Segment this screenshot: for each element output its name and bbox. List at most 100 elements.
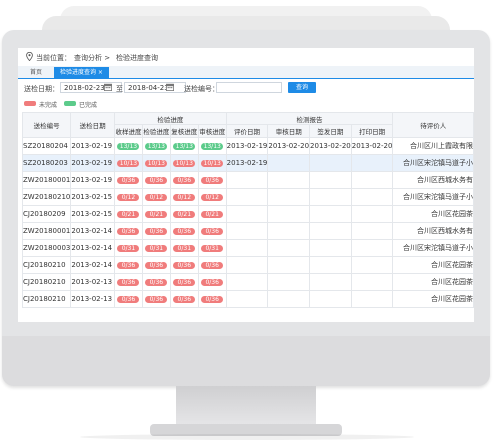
breadcrumb-item-query-analysis[interactable]: 查询分析 > — [74, 53, 110, 63]
table-row[interactable]: SZ20180203 2013-02-19 10/13 10/13 10/13 10/13… — [21, 154, 474, 172]
calendar-icon[interactable] — [166, 83, 174, 91]
cell-progress: 0/36 — [141, 273, 171, 291]
date-filter-label: 送检日期： — [24, 85, 59, 93]
header-code[interactable]: 送检编号 — [21, 112, 72, 138]
cell-progress: 0/36 — [197, 273, 227, 291]
calendar-icon[interactable] — [104, 83, 112, 91]
legend-label-incomplete: 未完成 — [39, 102, 58, 109]
legend-swatch-incomplete — [24, 101, 36, 106]
breadcrumb-item-current: 检验进度查询 — [116, 54, 158, 62]
progress-badge: 0/31 — [117, 245, 140, 252]
to-date-input[interactable]: 2018-04-23 — [124, 82, 186, 93]
cell-date: 2013-02-19 — [70, 154, 115, 172]
tab-bar: 首页 检验进度查询 × — [18, 66, 474, 79]
cell-date: 2013-02-15 — [70, 188, 115, 206]
cell-print-date — [350, 171, 394, 189]
cell-code: CJ20180210 — [21, 273, 72, 291]
table-row[interactable]: CJ20180210 2013-02-13 0/36 0/36 0/36 0/36 合川区花… — [21, 273, 474, 291]
tab-inspection-progress[interactable]: 检验进度查询 × — [54, 67, 109, 78]
cell-date: 2013-02-19 — [70, 171, 115, 189]
inspection-progress-table: 送检编号 送检日期 检验进度 检测报告 待评价人 收样进度 检验进度 复核进度 … — [21, 112, 474, 308]
cell-audit-date: 2013-02-20 — [267, 137, 311, 155]
cell-progress: 0/36 — [113, 222, 143, 240]
table-row[interactable]: CJ20180210 2013-02-13 0/36 0/36 0/36 0/36 合川区花… — [21, 290, 474, 308]
progress-badge: 0/36 — [117, 177, 140, 184]
progress-badge: 0/36 — [117, 296, 140, 303]
legend-label-complete: 已完成 — [79, 102, 98, 109]
cell-progress: 0/21 — [113, 205, 143, 223]
cell-unit: 合川区宋沱镇马道子小 — [392, 154, 474, 172]
cell-progress: 0/12 — [141, 188, 171, 206]
cell-progress: 10/13 — [113, 154, 143, 172]
header-report-group: 检测报告 — [225, 112, 394, 125]
tab-home[interactable]: 首页 — [24, 67, 48, 78]
cell-progress: 0/36 — [113, 290, 143, 308]
cell-progress: 13/13 — [197, 137, 227, 155]
breadcrumb-location-label: 当前位置： — [36, 54, 71, 62]
cell-progress: 0/36 — [169, 273, 199, 291]
cell-progress: 0/36 — [169, 256, 199, 274]
cell-unit: 合川区花园茶 — [392, 205, 474, 223]
cell-audit-date — [267, 205, 311, 223]
header-date[interactable]: 送检日期 — [70, 112, 115, 138]
cell-date: 2013-02-19 — [70, 137, 115, 155]
cell-sign-date — [309, 154, 352, 172]
from-date-input[interactable]: 2018-02-23 — [60, 82, 122, 93]
progress-badge: 0/36 — [173, 279, 196, 286]
progress-badge: 0/36 — [173, 177, 196, 184]
cell-audit-date — [267, 188, 311, 206]
cell-progress: 0/31 — [197, 239, 227, 257]
cell-sign-date: 2013-02-20 — [309, 137, 352, 155]
cell-sign-date — [309, 222, 352, 240]
cell-audit-date — [267, 239, 311, 257]
header-inspect: 检验进度 — [141, 124, 171, 138]
table-row[interactable]: CJ20180209 2013-02-15 0/21 0/21 0/21 0/21 合川区花… — [21, 205, 474, 223]
query-button[interactable]: 查询 — [288, 82, 316, 93]
breadcrumb: 当前位置： 查询分析 > 检验进度查询 — [18, 48, 474, 67]
cell-progress: 0/36 — [141, 171, 171, 189]
cell-unit: 合川区川上霞政有限 — [392, 137, 474, 155]
cell-sign-date — [309, 171, 352, 189]
cell-audit-date — [267, 222, 311, 240]
progress-badge: 0/36 — [201, 262, 224, 269]
cell-progress: 13/13 — [141, 137, 171, 155]
table-row[interactable]: ZW20180001 2013-02-14 0/36 0/36 0/36 0/36 合川区西… — [21, 222, 474, 240]
table-row[interactable]: SZ20180204 2013-02-19 13/13 13/13 13/13 13/13… — [21, 137, 474, 155]
cell-eval-date — [225, 256, 269, 274]
progress-badge: 0/21 — [201, 211, 224, 218]
cell-code: ZW20180001 — [21, 222, 72, 240]
cell-progress: 0/36 — [141, 222, 171, 240]
cell-print-date — [350, 290, 394, 308]
cell-progress: 0/12 — [197, 188, 227, 206]
table-row[interactable]: ZW20180003 2013-02-14 0/31 0/31 0/31 0/31 合川区宋… — [21, 239, 474, 257]
progress-badge: 0/12 — [117, 194, 140, 201]
cell-unit: 合川区花园茶 — [392, 256, 474, 274]
cell-code: ZW20180210 — [21, 188, 72, 206]
cell-eval-date — [225, 222, 269, 240]
cell-progress: 13/13 — [169, 137, 199, 155]
table-row[interactable]: ZW20180001 2013-02-19 0/36 0/36 0/36 0/36 合川区西… — [21, 171, 474, 189]
table-row[interactable]: ZW20180210 2013-02-15 0/12 0/12 0/12 0/12 合川区宋… — [21, 188, 474, 206]
cell-progress: 0/31 — [141, 239, 171, 257]
inspection-number-input[interactable] — [216, 82, 282, 93]
progress-badge: 0/12 — [201, 194, 224, 201]
progress-badge: 0/36 — [117, 279, 140, 286]
cell-eval-date — [225, 273, 269, 291]
cell-sign-date — [309, 256, 352, 274]
cell-eval-date — [225, 171, 269, 189]
progress-badge: 0/31 — [145, 245, 168, 252]
cell-progress: 0/36 — [197, 222, 227, 240]
cell-code: SZ20180204 — [21, 137, 72, 155]
cell-progress: 10/13 — [169, 154, 199, 172]
progress-badge: 10/13 — [173, 160, 196, 167]
cell-code: CJ20180209 — [21, 205, 72, 223]
progress-badge: 0/36 — [145, 228, 168, 235]
cell-eval-date: 2013-02-19 — [225, 154, 269, 172]
cell-progress: 10/13 — [141, 154, 171, 172]
cell-audit-date — [267, 171, 311, 189]
cell-print-date: 2013-02-20 — [350, 137, 394, 155]
header-unit[interactable]: 待评价人 — [392, 112, 474, 138]
cell-date: 2013-02-13 — [70, 273, 115, 291]
table-row[interactable]: CJ20180210 2013-02-14 0/36 0/36 0/36 0/36 合川区花… — [21, 256, 474, 274]
progress-badge: 0/36 — [201, 228, 224, 235]
